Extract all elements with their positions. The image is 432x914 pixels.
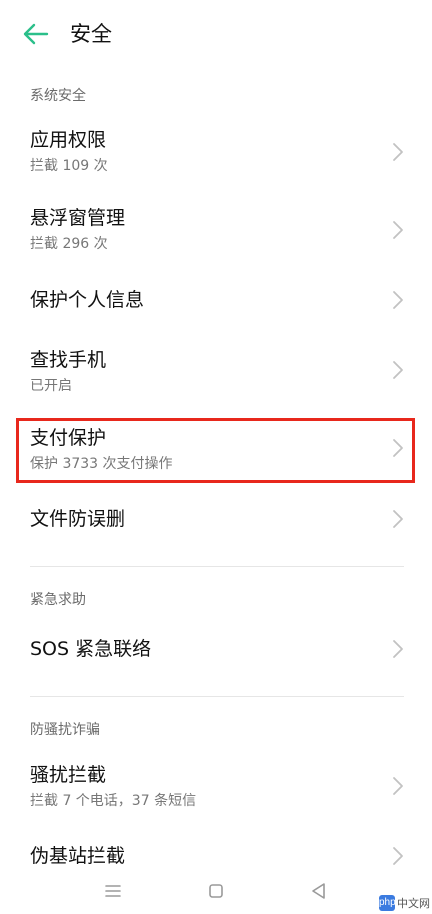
nav-menu-button[interactable] xyxy=(98,876,128,906)
chevron-right-icon xyxy=(393,221,403,239)
item-title: 骚扰拦截 xyxy=(30,764,107,786)
chevron-right-icon xyxy=(393,510,403,528)
item-title: SOS 紧急联络 xyxy=(30,638,152,660)
list-item-sos[interactable]: SOS 紧急联络 xyxy=(0,624,432,674)
item-subtitle: 拦截 7 个电话，37 条短信 xyxy=(30,793,197,809)
nav-home-button[interactable] xyxy=(201,876,231,906)
system-nav-bar: php 中文网 xyxy=(0,870,432,914)
list-item-floating-window[interactable]: 悬浮窗管理 拦截 296 次 xyxy=(0,196,432,262)
app-header: 安全 xyxy=(0,0,432,70)
list-item-personal-info[interactable]: 保护个人信息 xyxy=(0,274,432,328)
item-title: 悬浮窗管理 xyxy=(30,207,126,229)
chevron-right-icon xyxy=(393,143,403,161)
nav-back-button[interactable] xyxy=(304,876,334,906)
item-title: 伪基站拦截 xyxy=(30,845,126,867)
item-title: 查找手机 xyxy=(30,349,107,371)
watermark: php 中文网 xyxy=(379,894,430,912)
watermark-badge: php xyxy=(379,895,396,911)
chevron-right-icon xyxy=(393,291,403,309)
menu-icon xyxy=(105,885,121,897)
list-item-find-phone[interactable]: 查找手机 已开启 xyxy=(0,340,432,406)
section-header-anti-fraud: 防骚扰诈骗 xyxy=(30,722,100,738)
back-button[interactable] xyxy=(22,22,50,46)
home-square-icon xyxy=(209,884,223,898)
item-title: 应用权限 xyxy=(30,129,107,151)
chevron-right-icon xyxy=(393,777,403,795)
item-subtitle: 拦截 109 次 xyxy=(30,158,108,174)
list-item-file-protection[interactable]: 文件防误删 xyxy=(0,494,432,544)
chevron-right-icon xyxy=(393,847,403,865)
item-title: 文件防误删 xyxy=(30,508,126,530)
highlight-box xyxy=(16,418,415,483)
divider xyxy=(30,566,404,567)
item-subtitle: 拦截 296 次 xyxy=(30,236,108,252)
item-title: 保护个人信息 xyxy=(30,289,145,311)
chevron-right-icon xyxy=(393,640,403,658)
arrow-left-icon xyxy=(23,23,49,45)
chevron-right-icon xyxy=(393,361,403,379)
back-triangle-icon xyxy=(312,883,325,899)
list-item-app-permissions[interactable]: 应用权限 拦截 109 次 xyxy=(0,118,432,184)
section-header-emergency: 紧急求助 xyxy=(30,592,86,608)
divider xyxy=(30,696,404,697)
section-header-system: 系统安全 xyxy=(30,88,86,104)
watermark-text: 中文网 xyxy=(397,897,430,910)
page-title: 安全 xyxy=(70,22,112,46)
list-item-harassment-block[interactable]: 骚扰拦截 拦截 7 个电话，37 条短信 xyxy=(0,756,432,820)
item-subtitle: 已开启 xyxy=(30,378,72,394)
